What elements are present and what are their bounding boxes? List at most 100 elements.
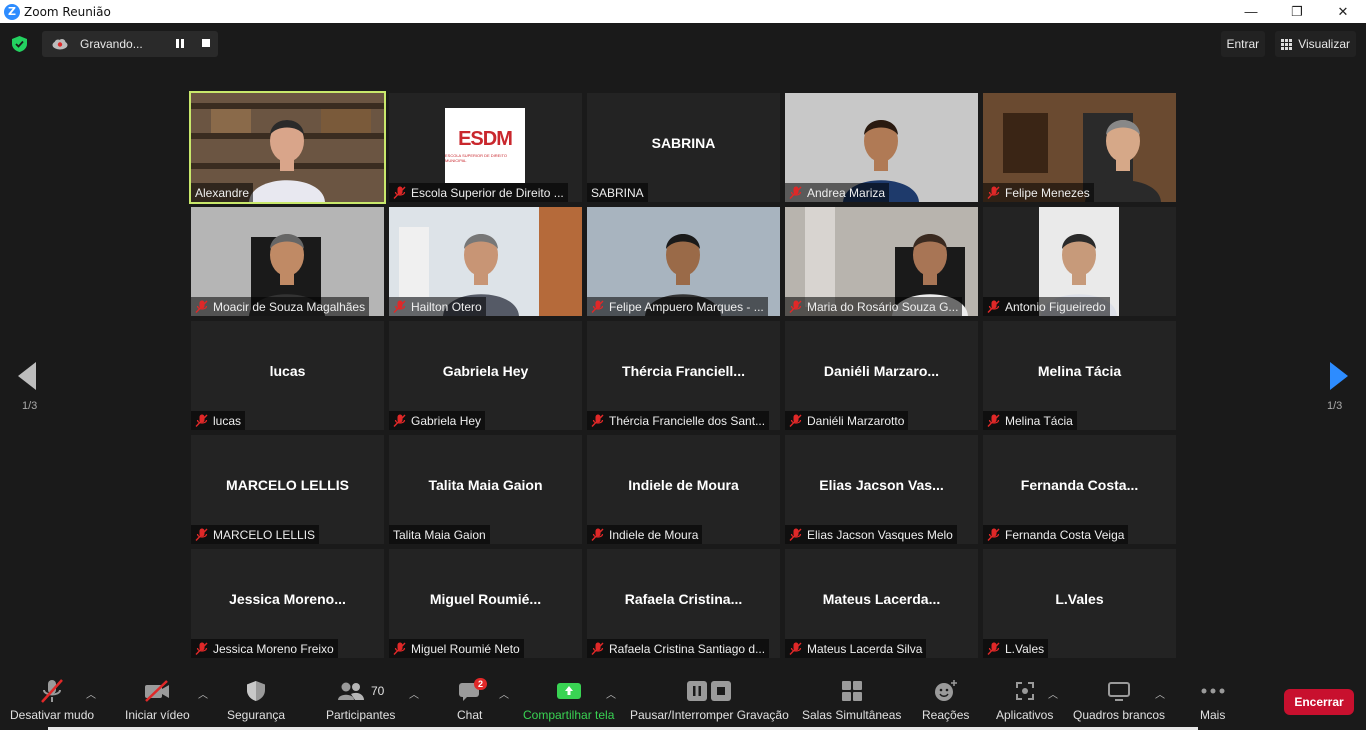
unmute-label: Desativar mudo [10, 708, 95, 722]
mic-muted-icon [789, 414, 802, 427]
audio-options-caret-icon[interactable]: ︿ [86, 686, 96, 701]
next-page-button[interactable] [1328, 362, 1348, 395]
participant-name-label: Gabriela Hey [389, 411, 486, 430]
share-screen-button[interactable]: Compartilhar tela [523, 676, 614, 722]
participant-tile[interactable]: lucas lucas [191, 321, 384, 430]
participant-name-label: Felipe Ampuero Marques - ... [587, 297, 768, 316]
minimize-button[interactable]: — [1228, 0, 1274, 23]
whiteboards-button[interactable]: Quadros brancos [1073, 676, 1165, 722]
participant-tile[interactable]: Indiele de Moura Indiele de Moura [587, 435, 780, 544]
participant-name: Jessica Moreno Freixo [213, 641, 334, 656]
whiteboards-caret-icon[interactable]: ︿ [1155, 686, 1165, 701]
participant-display-name: Gabriela Hey [442, 363, 529, 379]
participant-tile[interactable]: Maria do Rosário Souza G... [785, 207, 978, 316]
participant-name-label: Mateus Lacerda Silva [785, 639, 927, 658]
participant-tile[interactable]: Fernanda Costa... Fernanda Costa Veiga [983, 435, 1176, 544]
participant-tile[interactable]: MARCELO LELLIS MARCELO LELLIS [191, 435, 384, 544]
arrow-left-icon [18, 362, 36, 390]
logo-subtext: ESCOLA SUPERIOR DE DIREITO MUNICIPAL [445, 153, 507, 163]
logo-text: ESDM [458, 128, 513, 150]
participant-name-label: Escola Superior de Direito ... [389, 183, 568, 202]
encryption-shield-icon[interactable] [12, 36, 27, 52]
participant-tile[interactable]: Felipe Menezes [983, 93, 1176, 202]
start-video-button[interactable]: Iniciar vídeo [125, 676, 190, 722]
previous-page-button[interactable] [18, 362, 38, 395]
participant-tile[interactable]: Moacir de Souza Magalhães [191, 207, 384, 316]
chat-caret-icon[interactable]: ︿ [499, 686, 509, 701]
participant-tile[interactable]: Alexandre [189, 91, 386, 204]
participant-tile[interactable]: Antonio Figueiredo [983, 207, 1176, 316]
share-screen-icon [556, 683, 581, 699]
participant-name: Felipe Menezes [1005, 185, 1090, 200]
participant-name: Felipe Ampuero Marques - ... [609, 299, 764, 314]
participant-display-name: Jessica Moreno... [229, 591, 346, 607]
participant-display-name: Melina Tácia [1037, 363, 1122, 379]
pause-stop-recording-button[interactable]: Pausar/Interromper Gravação [630, 676, 789, 722]
enter-fullscreen-button[interactable]: Entrar [1220, 31, 1266, 57]
participant-tile[interactable]: Elias Jacson Vas... Elias Jacson Vasques … [785, 435, 978, 544]
mic-muted-icon [987, 528, 1000, 541]
participant-name: Alexandre [195, 185, 250, 200]
participant-name: Mateus Lacerda Silva [807, 641, 923, 656]
reactions-button[interactable]: Reações [922, 676, 969, 722]
participant-tile[interactable]: Miguel Roumié... Miguel Roumié Neto [389, 549, 582, 658]
apps-button[interactable]: Aplicativos [996, 676, 1053, 722]
participant-display-name: MARCELO LELLIS [226, 477, 349, 493]
mic-muted-icon [591, 414, 604, 427]
participant-display-name: Fernanda Costa... [1020, 477, 1139, 493]
end-meeting-button[interactable]: Encerrar [1284, 689, 1354, 715]
participant-name: lucas [213, 413, 242, 428]
participant-tile[interactable]: Felipe Ampuero Marques - ... [587, 207, 780, 316]
mic-muted-icon [789, 528, 802, 541]
participant-tile[interactable]: Andrea Mariza [785, 93, 978, 202]
participant-tile[interactable]: Hailton Otero [389, 207, 582, 316]
unmute-button[interactable]: Desativar mudo [10, 676, 94, 722]
participant-tile[interactable]: Jessica Moreno... Jessica Moreno Freixo [191, 549, 384, 658]
participants-button[interactable]: 70 Participantes [326, 676, 395, 722]
pause-recording-icon[interactable] [176, 39, 185, 48]
close-button[interactable]: ✕ [1320, 0, 1366, 23]
window-titlebar: Z Zoom Reunião — ❐ ✕ [0, 0, 1366, 23]
mic-muted-icon [393, 414, 406, 427]
security-button[interactable]: Segurança [227, 676, 285, 722]
participant-display-name: Miguel Roumié... [429, 591, 542, 607]
participant-tile[interactable]: Rafaela Cristina... Rafaela Cristina Sant… [587, 549, 780, 658]
participant-tile[interactable]: Gabriela Hey Gabriela Hey [389, 321, 582, 430]
shield-icon [247, 681, 266, 701]
whiteboards-label: Quadros brancos [1073, 708, 1166, 722]
participant-name: Maria do Rosário Souza G... [807, 299, 959, 314]
mic-muted-icon [591, 642, 604, 655]
video-options-caret-icon[interactable]: ︿ [198, 686, 208, 701]
start-video-label: Iniciar vídeo [125, 708, 190, 722]
participant-tile[interactable]: ESDM ESCOLA SUPERIOR DE DIREITO MUNICIPAL… [389, 93, 582, 202]
maximize-button[interactable]: ❐ [1274, 0, 1320, 23]
participant-name: Talita Maia Gaion [393, 527, 486, 542]
stop-recording-icon[interactable] [202, 39, 210, 47]
participant-tile[interactable]: Melina Tácia Melina Tácia [983, 321, 1176, 430]
mic-muted-icon [591, 528, 604, 541]
more-button[interactable]: Mais [1200, 676, 1225, 722]
participants-caret-icon[interactable]: ︿ [409, 686, 419, 701]
participant-name: Miguel Roumié Neto [411, 641, 520, 656]
participant-tile[interactable]: Daniéli Marzaro... Daniéli Marzarotto [785, 321, 978, 430]
participant-tile[interactable]: Mateus Lacerda... Mateus Lacerda Silva [785, 549, 978, 658]
breakout-rooms-button[interactable]: Salas Simultâneas [802, 676, 901, 722]
participant-name: Gabriela Hey [411, 413, 482, 428]
participant-name-label: Fernanda Costa Veiga [983, 525, 1129, 544]
microphone-muted-icon [41, 679, 63, 703]
apps-caret-icon[interactable]: ︿ [1048, 686, 1058, 701]
participants-count: 70 [371, 684, 385, 698]
participant-name-label: Thércia Francielle dos Sant... [587, 411, 770, 430]
share-caret-icon[interactable]: ︿ [606, 686, 616, 701]
more-dots-icon [1201, 688, 1225, 694]
page-indicator-left: 1/3 [22, 400, 38, 412]
participant-tile[interactable]: SABRINA SABRINA [587, 93, 780, 202]
view-button[interactable]: Visualizar [1275, 31, 1356, 57]
participants-icon [338, 682, 364, 700]
participant-tile[interactable]: Talita Maia Gaion Talita Maia Gaion [389, 435, 582, 544]
cloud-recording-icon [52, 39, 68, 50]
participant-tile[interactable]: Thércia Franciell... Thércia Francielle d… [587, 321, 780, 430]
participant-tile[interactable]: L.Vales L.Vales [983, 549, 1176, 658]
participant-name: Antonio Figueiredo [1005, 299, 1106, 314]
participant-name: Indiele de Moura [609, 527, 699, 542]
